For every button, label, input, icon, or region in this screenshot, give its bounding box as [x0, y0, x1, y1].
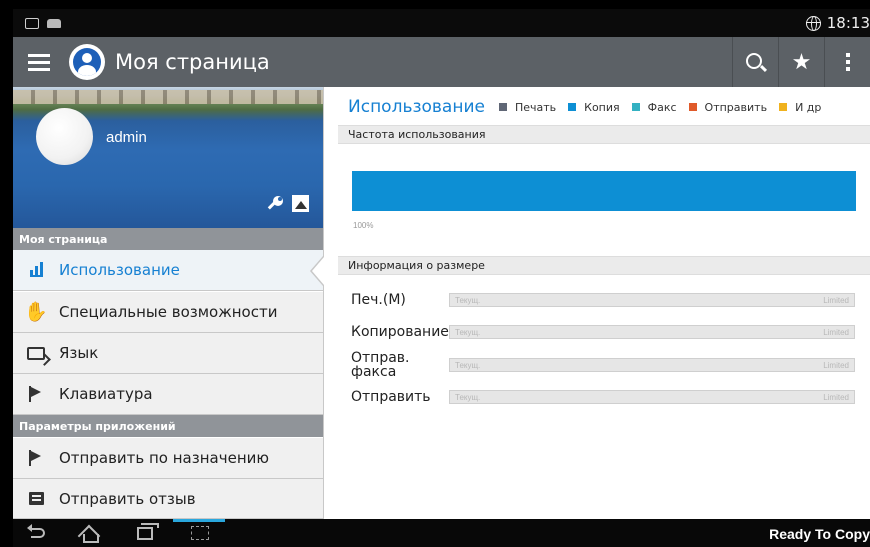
profile-header: admin [13, 87, 323, 228]
legend-other: И др [779, 101, 821, 114]
size-info-header: Информация о размере [338, 256, 870, 275]
usage-legend: Использование Печать Копия Факс Отправит… [348, 97, 833, 117]
usage-bar-copy [352, 171, 856, 211]
frequency-header: Частота использования [338, 125, 870, 144]
home-icon[interactable] [80, 525, 99, 543]
bar-chart-icon [25, 259, 47, 281]
screenshot-icon[interactable] [191, 526, 209, 540]
size-label: Отправить [351, 389, 431, 405]
status-bar: 18:13 [13, 9, 870, 37]
sidebar-item-accessibility[interactable]: ✋ Специальные возможности [13, 292, 323, 333]
avatar[interactable] [36, 108, 93, 165]
profile-name: admin [106, 129, 147, 146]
top-frame [0, 0, 870, 9]
sidebar-item-usage[interactable]: Использование [13, 250, 323, 291]
selection-pointer [312, 257, 324, 285]
size-label: Отправ. факса [351, 350, 410, 380]
legend-swatch [568, 103, 577, 111]
background-image [13, 90, 323, 104]
wrench-icon[interactable] [266, 195, 284, 213]
sidebar-item-language[interactable]: Язык [13, 333, 323, 374]
usage-bar-percent: 100% [353, 221, 374, 230]
flag-icon [25, 447, 47, 469]
gamepad-notification-icon [47, 18, 61, 28]
legend-swatch [498, 103, 507, 111]
recent-apps-icon[interactable] [137, 523, 159, 540]
menu-button[interactable] [13, 37, 65, 87]
flag-icon [25, 383, 47, 405]
action-bar: Моя страница ★ [13, 37, 870, 87]
size-row-fax: Отправ. факса Текущ. Limited [351, 350, 861, 380]
sidebar-item-label: Язык [59, 344, 99, 362]
section-my-page: Моя страница [13, 228, 323, 250]
sidebar-item-feedback[interactable]: Отправить отзыв [13, 479, 323, 519]
search-button[interactable] [732, 37, 778, 87]
system-nav-bar: Ready To Copy [13, 519, 870, 547]
globe-icon [805, 15, 821, 31]
hand-icon: ✋ [24, 300, 48, 323]
size-row-print: Печ.(М) Текущ. Limited [351, 285, 861, 315]
size-label: Печ.(М) [351, 292, 406, 308]
star-icon: ★ [791, 49, 812, 74]
size-row-send: Отправить Текущ. Limited [351, 382, 861, 412]
size-bar: Текущ. Limited [449, 390, 855, 404]
sidebar-item-label: Специальные возможности [59, 303, 278, 321]
sidebar-item-label: Отправить отзыв [59, 489, 196, 508]
screenshot-indicator [173, 519, 225, 522]
overflow-menu-button[interactable] [824, 37, 870, 87]
legend-print: Печать [498, 101, 556, 114]
usage-title: Использование [348, 97, 485, 117]
device-status: Ready To Copy [769, 526, 870, 542]
legend-swatch [631, 103, 640, 111]
image-notification-icon [25, 17, 39, 29]
sidebar-item-label: Клавиатура [59, 385, 153, 403]
size-bar: Текущ. Limited [449, 325, 855, 339]
user-profile-icon [69, 44, 105, 80]
page-title: Моя страница [115, 50, 270, 74]
section-app-params: Параметры приложений [13, 415, 323, 437]
language-icon [25, 342, 47, 364]
edit-photo-icon[interactable] [292, 195, 309, 212]
left-frame [0, 0, 13, 547]
legend-copy: Копия [568, 101, 620, 114]
favorite-button[interactable]: ★ [778, 37, 824, 87]
search-icon [746, 52, 762, 69]
sidebar-item-send-to[interactable]: Отправить по назначению [13, 438, 323, 479]
usage-panel: Использование Печать Копия Факс Отправит… [323, 87, 870, 519]
more-vert-icon [845, 53, 850, 71]
sidebar-item-label: Использование [59, 261, 180, 279]
size-row-copy: Копирование(М) Текущ.Limited [351, 317, 861, 347]
clock: 18:13 [826, 14, 870, 32]
legend-swatch [779, 103, 788, 111]
size-bar: Текущ. Limited [449, 293, 855, 307]
feedback-icon [25, 488, 47, 510]
legend-send: Отправить [688, 101, 767, 114]
legend-fax: Факс [631, 101, 677, 114]
back-icon[interactable] [27, 524, 45, 538]
legend-swatch [688, 103, 697, 111]
sidebar-item-keyboard[interactable]: Клавиатура [13, 374, 323, 415]
size-label: Копирование(М) [351, 324, 449, 340]
sidebar-item-label: Отправить по назначению [59, 449, 269, 467]
size-bar: Текущ. Limited [449, 358, 855, 372]
